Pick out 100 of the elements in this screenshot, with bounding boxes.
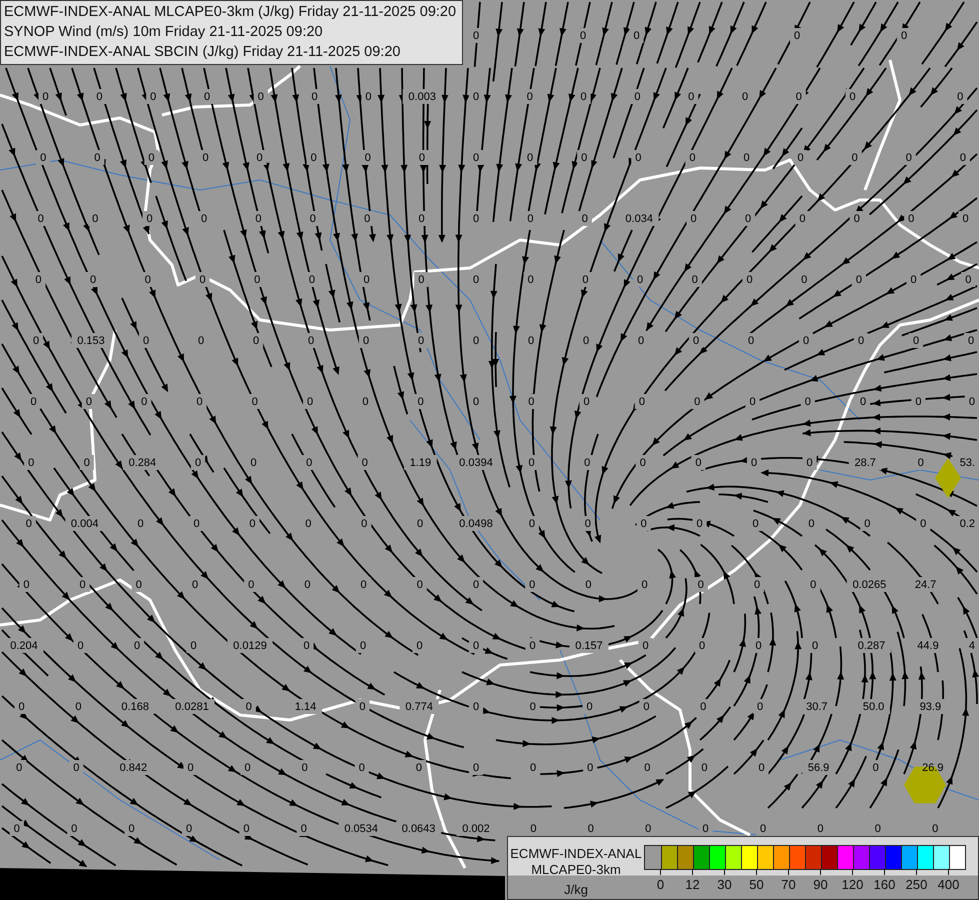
- cape-value: 0: [852, 152, 858, 164]
- cape-value: 0: [584, 396, 590, 408]
- cape-value: 0: [418, 396, 424, 408]
- cape-value: 0.002: [462, 823, 490, 835]
- cape-value: 0: [696, 518, 703, 530]
- cape-value: 0: [418, 335, 424, 347]
- cape-value: 0: [910, 274, 917, 286]
- cape-value: 0: [804, 396, 811, 408]
- cape-value: 0: [642, 579, 648, 591]
- cape-value: 0: [527, 213, 534, 225]
- cape-value: 0: [698, 579, 704, 591]
- cape-value: 0: [742, 91, 748, 103]
- cape-value: 0: [77, 640, 84, 652]
- cape-value: 0: [858, 335, 864, 347]
- cape-value: 0.157: [575, 640, 603, 652]
- cape-value: 0: [744, 213, 752, 225]
- cape-value: 0: [418, 213, 425, 225]
- cape-value: 0: [817, 823, 824, 835]
- cape-value: 0: [146, 213, 153, 225]
- cape-value: 0: [810, 579, 816, 591]
- cape-value: 0: [638, 396, 645, 408]
- cape-value: 0: [812, 640, 818, 652]
- cape-value: 0: [635, 152, 642, 164]
- cape-value: 0: [528, 335, 534, 347]
- cape-value: 0.0394: [459, 457, 493, 469]
- cape-value: 0: [249, 518, 256, 530]
- cape-value: 0: [472, 152, 480, 164]
- cape-value: 0: [92, 213, 98, 225]
- cape-value: 0: [640, 457, 646, 469]
- cape-value: 0: [136, 579, 142, 591]
- cape-value: 0: [194, 457, 202, 469]
- cape-value: 0: [472, 640, 480, 652]
- cape-value: 0: [38, 213, 44, 225]
- cape-value: 0: [358, 762, 365, 774]
- cape-value: 0: [80, 579, 86, 591]
- cape-value: 0: [417, 518, 424, 530]
- cape-value: 0: [300, 823, 307, 835]
- cape-value: 0: [362, 396, 368, 408]
- cape-value: 0.0498: [459, 518, 493, 530]
- cape-value: 0: [752, 518, 759, 530]
- cape-value: 0: [138, 518, 144, 530]
- cape-value: 0: [312, 91, 318, 103]
- cape-value: 0: [250, 457, 257, 469]
- cape-value: 0.0281: [175, 701, 209, 713]
- cape-value: 0: [874, 823, 881, 835]
- cape-value: 0: [796, 91, 802, 103]
- cape-value: 0: [801, 274, 808, 286]
- cape-value: 0: [529, 640, 536, 652]
- cape-value: 0: [965, 274, 972, 286]
- cape-value: 0: [586, 701, 593, 713]
- cape-value: 0: [248, 579, 254, 591]
- cape-value: 0: [192, 579, 198, 591]
- legend-tick-label: 50: [749, 877, 764, 892]
- cape-value: 0: [359, 701, 366, 713]
- cape-value: 0: [472, 701, 480, 713]
- cape-value: 0: [96, 91, 102, 103]
- map-title: SYNOP Wind (m/s) 10m Friday 21-11-2025 09:20: [4, 23, 323, 42]
- cape-value: 0: [748, 335, 754, 347]
- map-title: ECMWF-INDEX-ANAL MLCAPE0-3km (J/kg) Friday 21-11-2025 09:20: [4, 3, 456, 22]
- cape-value: 0: [760, 823, 766, 835]
- cape-value: 44.9: [917, 640, 939, 652]
- cape-value: 0: [364, 152, 371, 164]
- cape-value: 4: [968, 640, 975, 652]
- cape-value: 0: [957, 91, 964, 103]
- cape-value: 0: [908, 213, 914, 225]
- cape-value: 0: [582, 335, 590, 347]
- cape-value: 0: [758, 762, 765, 774]
- cape-value: 0: [698, 640, 706, 652]
- cape-value: 0: [26, 518, 32, 530]
- cape-value: 0: [252, 396, 258, 408]
- cape-value: 0: [643, 701, 650, 713]
- cape-value: 0: [416, 762, 422, 774]
- cape-value: 28.7: [854, 457, 876, 469]
- cape-value: 0: [692, 274, 698, 286]
- cape-value: 0: [529, 579, 536, 591]
- cape-value: 0: [530, 823, 536, 835]
- cape-value: 0: [581, 152, 588, 164]
- cape-value: 0: [644, 762, 650, 774]
- cape-value: 0: [688, 91, 694, 103]
- cape-value: 0: [582, 213, 588, 225]
- cape-value: 0: [16, 762, 22, 774]
- cape-value: 0: [968, 335, 974, 347]
- cape-value: 0.842: [120, 762, 148, 774]
- cape-value: 0: [360, 640, 366, 652]
- cape-value: 0: [962, 213, 969, 225]
- cape-value: 56.9: [808, 762, 830, 774]
- cape-value: 0: [695, 457, 702, 469]
- cape-value: 0: [864, 518, 870, 530]
- cape-value: 0: [799, 213, 806, 225]
- legend-tick-label: 30: [717, 877, 732, 892]
- cape-value: 0: [202, 152, 209, 164]
- legend-tick-label: 400: [938, 877, 960, 892]
- cape-value: 0: [365, 91, 372, 103]
- cape-value: 0: [580, 30, 586, 42]
- cape-value: 0.2: [960, 518, 975, 530]
- cape-value: 0: [307, 396, 314, 408]
- cape-value: 0: [244, 762, 251, 774]
- cape-value: 0: [308, 274, 315, 286]
- cape-value: 0: [364, 213, 370, 225]
- cape-value: 0: [71, 823, 78, 835]
